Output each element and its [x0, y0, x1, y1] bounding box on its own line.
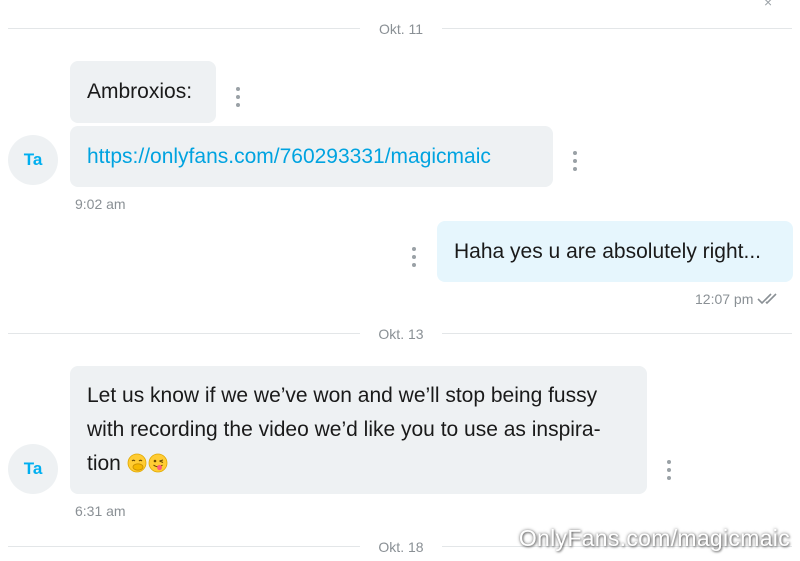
date-separator: Okt. 11	[0, 18, 800, 40]
message-bubble[interactable]: Let us know if we we’ve won and we’ll st…	[70, 366, 647, 494]
divider	[8, 546, 360, 547]
avatar-initials: Ta	[23, 459, 43, 478]
message-bubble-outgoing[interactable]: Haha yes u are absolutely right...	[437, 221, 793, 282]
date-label: Okt. 18	[378, 539, 424, 555]
chat-thread: × Okt. 11 Ambroxios: Ta https://onlyfans…	[0, 0, 800, 561]
avatar[interactable]: Ta	[8, 444, 58, 494]
message-text: tion	[87, 452, 121, 475]
message-options-icon[interactable]	[662, 460, 676, 480]
message-bubble[interactable]: https://onlyfans.com/760293331/magicmaic	[70, 126, 553, 187]
message-text: Ambroxios:	[87, 80, 193, 103]
divider	[8, 28, 360, 29]
date-label: Okt. 13	[378, 326, 424, 342]
divider	[442, 28, 792, 29]
message-text: Haha yes u are absolutely right...	[454, 239, 762, 263]
date-label: Okt. 11	[378, 21, 424, 37]
message-options-icon[interactable]	[407, 247, 421, 267]
message-time: 9:02 am	[75, 196, 126, 212]
double-check-icon	[757, 293, 777, 305]
message-link[interactable]: https://onlyfans.com/760293331/magicmaic	[87, 140, 491, 174]
avatar-initials: Ta	[23, 150, 43, 169]
message-text-line: Let us know if we we’ve won and we’ll st…	[87, 384, 598, 407]
close-icon[interactable]: ×	[764, 0, 772, 10]
face-with-hand-over-mouth-emoji	[127, 453, 147, 473]
winking-face-with-tongue-emoji	[148, 453, 168, 473]
message-options-icon[interactable]	[568, 151, 582, 171]
message-time: 6:31 am	[75, 503, 126, 519]
message-meta: 12:07 pm	[695, 290, 783, 308]
avatar[interactable]: Ta	[8, 135, 58, 185]
divider	[8, 333, 360, 334]
message-options-icon[interactable]	[231, 87, 245, 107]
divider	[442, 333, 792, 334]
message-time: 12:07 pm	[695, 291, 754, 307]
message-text-line-last: tion	[87, 447, 630, 481]
emoji-group	[127, 453, 168, 473]
watermark: OnlyFans.com/magicmaic	[518, 525, 790, 551]
message-text-line: with recording the video we’d like you t…	[87, 418, 601, 441]
date-separator: Okt. 13	[0, 323, 800, 345]
message-bubble[interactable]: Ambroxios:	[70, 61, 216, 123]
